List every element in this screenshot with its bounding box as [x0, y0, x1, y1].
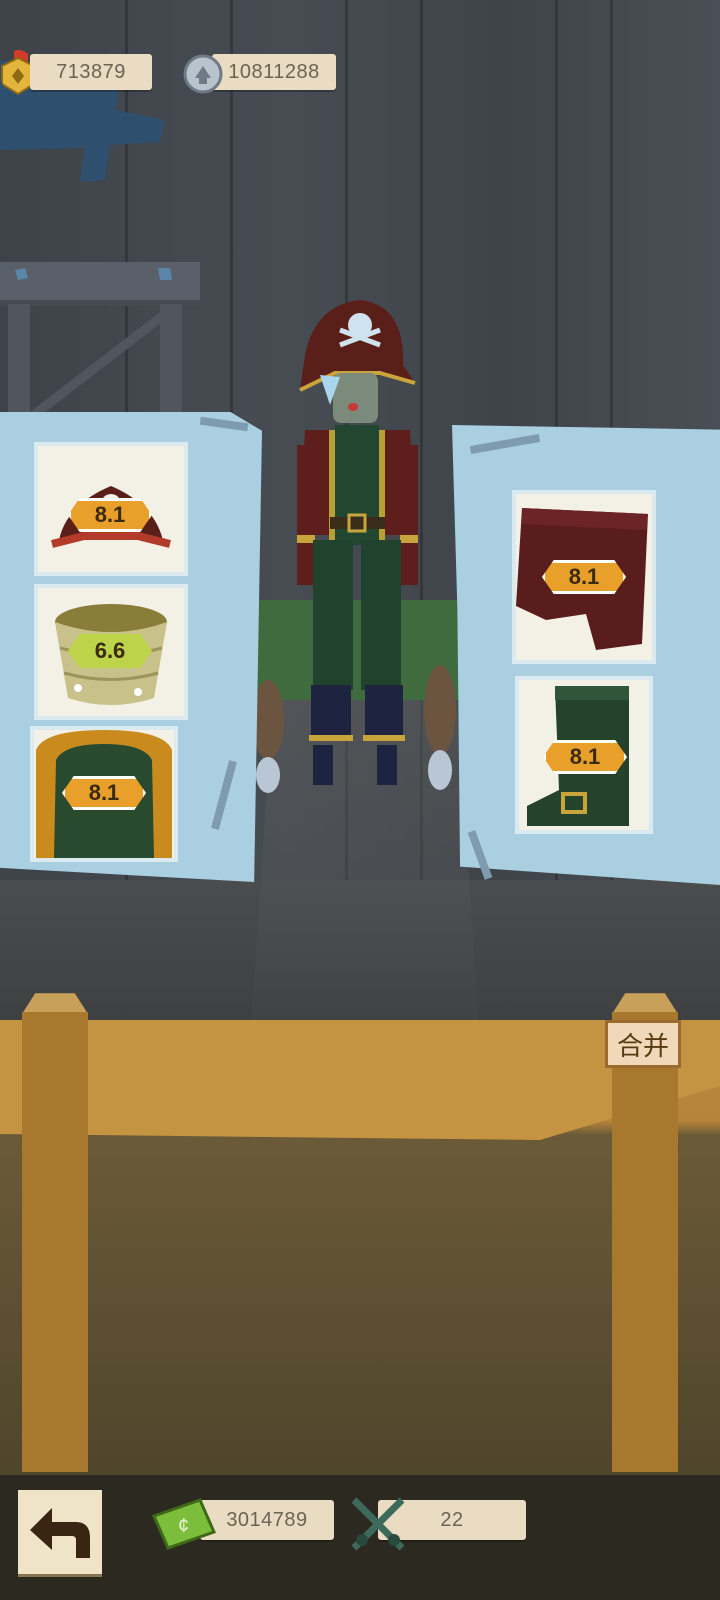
item-slot-hat[interactable]: 8.1 — [38, 446, 184, 572]
item-score-badge: 8.1 — [62, 776, 146, 810]
back-button[interactable] — [18, 1490, 102, 1574]
merge-button[interactable]: 合并 — [605, 1020, 681, 1068]
pirate-character — [297, 300, 418, 785]
item-score-badge: 8.1 — [543, 740, 627, 774]
item-score-badge: 8.1 — [68, 498, 152, 532]
item-slot-boots[interactable]: 8.1 — [519, 680, 649, 830]
svg-text:¢: ¢ — [178, 1515, 189, 1537]
cash-value: 3014789 — [200, 1500, 334, 1540]
item-score-badge: 8.1 — [542, 560, 626, 594]
item-slot-pants[interactable]: 8.1 — [516, 494, 652, 660]
scaffold-structure — [0, 262, 200, 422]
cash-icon: ¢ — [151, 1498, 217, 1550]
silver-coin-icon — [183, 54, 223, 94]
crossed-swords-icon — [351, 1497, 405, 1551]
item-slot-basket[interactable]: 6.6 — [38, 588, 184, 716]
back-arrow-icon — [30, 1508, 90, 1558]
silver-value: 10811288 — [212, 54, 336, 90]
gold-value: 713879 — [30, 54, 152, 90]
fence-post — [22, 1012, 88, 1472]
item-slot-coat[interactable]: 8.1 — [34, 730, 174, 858]
fence-post — [612, 1012, 678, 1472]
item-score-badge: 6.6 — [68, 634, 152, 668]
